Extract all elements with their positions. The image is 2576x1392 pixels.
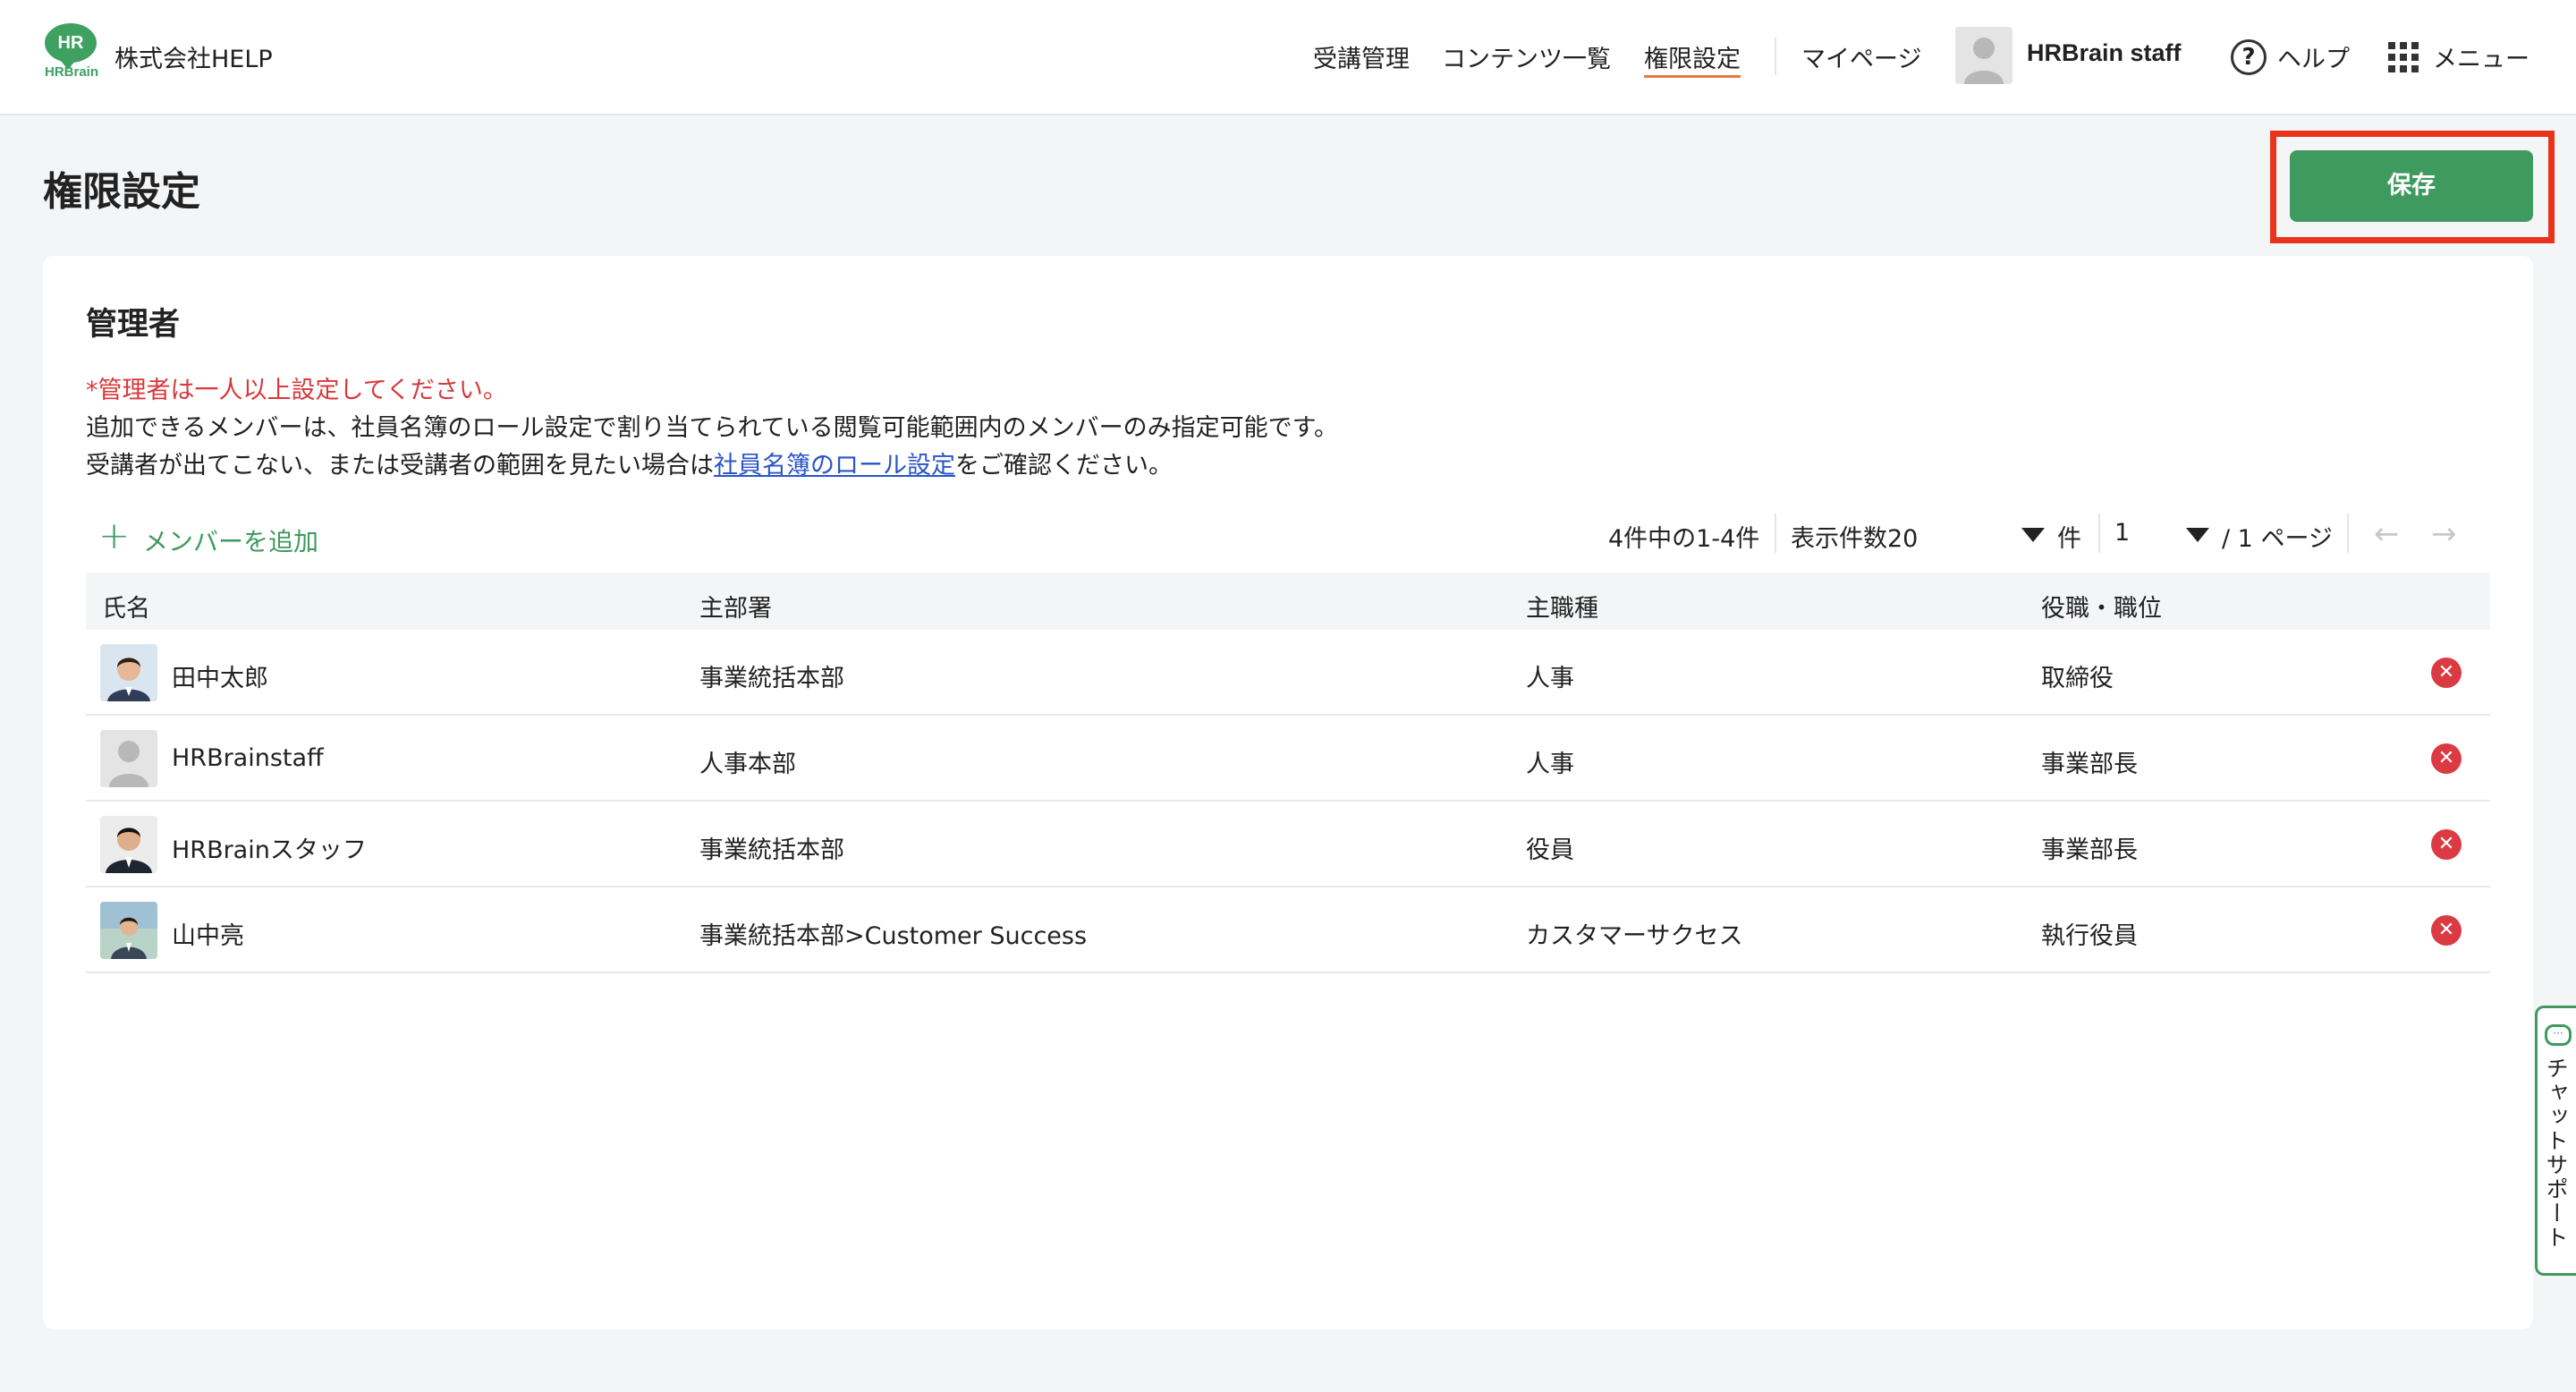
- member-department: 事業統括本部: [699, 665, 844, 692]
- user-photo-avatar: [100, 644, 157, 701]
- page-title: 権限設定: [43, 169, 200, 215]
- note-text-link-line: 受講者が出てこない、または受講者の範囲を見たい場合は社員名簿のロール設定をご確認…: [86, 446, 1173, 480]
- logo-text: HRBrain: [44, 64, 98, 80]
- table-row: HRBrainスタッフ 事業統括本部 役員 事業部長 ✕: [86, 802, 2490, 887]
- divider: [1775, 514, 1776, 553]
- column-header-department: 主部署: [699, 595, 772, 623]
- user-placeholder-avatar: [100, 730, 157, 787]
- table-row: HRBrainstaff 人事本部 人事 事業部長 ✕: [86, 716, 2490, 802]
- member-job: カスタマーサクセス: [1526, 922, 1743, 950]
- chat-bubble-icon: ···: [2545, 1024, 2572, 1046]
- nav-divider: [1775, 38, 1776, 75]
- person-placeholder-icon: [100, 730, 157, 787]
- person-photo-icon: [100, 644, 157, 701]
- member-position: 執行役員: [2041, 922, 2138, 950]
- role-settings-link[interactable]: 社員名簿のロール設定: [714, 452, 955, 480]
- column-header-position: 役職・職位: [2041, 595, 2162, 623]
- hrbrain-logo[interactable]: HR HRBrain: [41, 23, 102, 81]
- logo-mark: HR: [45, 23, 97, 70]
- remove-member-icon[interactable]: ✕: [2431, 743, 2462, 774]
- member-department: 人事本部: [699, 751, 796, 778]
- company-name: 株式会社HELP: [114, 46, 273, 73]
- table-row: 山中亮 事業統括本部>Customer Success カスタマーサクセス 執行…: [86, 887, 2490, 973]
- plus-icon: +: [98, 514, 131, 557]
- save-button[interactable]: 保存: [2290, 150, 2533, 222]
- member-name: 田中太郎: [172, 665, 268, 692]
- help-link[interactable]: ヘルプ: [2277, 39, 2350, 74]
- page-dropdown-icon[interactable]: [2186, 528, 2209, 542]
- member-job: 人事: [1526, 751, 1574, 778]
- column-header-name: 氏名: [102, 595, 150, 623]
- member-position: 取締役: [2041, 665, 2114, 692]
- divider: [2098, 514, 2100, 553]
- chat-support-label: チャットサポート: [2543, 1057, 2569, 1250]
- nav-course-management[interactable]: 受講管理: [1313, 39, 1410, 74]
- remove-member-icon[interactable]: ✕: [2431, 915, 2462, 946]
- note-text: 追加できるメンバーは、社員名簿のロール設定で割り当てられている閲覧可能範囲内のメ…: [86, 414, 1338, 442]
- member-position: 事業部長: [2041, 751, 2138, 778]
- member-name: HRBrainstaff: [172, 744, 324, 772]
- nav-my-page[interactable]: マイページ: [1801, 39, 1921, 74]
- member-name: 山中亮: [172, 922, 244, 950]
- member-name: HRBrainスタッフ: [172, 836, 367, 864]
- nav-content-list[interactable]: コンテンツ一覧: [1442, 39, 1611, 74]
- note-suffix: をご確認ください。: [955, 452, 1173, 480]
- member-position: 事業部長: [2041, 836, 2138, 864]
- person-placeholder-icon: [1955, 27, 2012, 84]
- note-prefix: 受講者が出てこない、または受講者の範囲を見たい場合は: [86, 452, 714, 480]
- user-name[interactable]: HRBrain staff: [2027, 39, 2182, 67]
- grid-menu-icon[interactable]: [2388, 42, 2419, 72]
- table-header: 氏名 主部署 主職種 役職・職位: [86, 573, 2490, 630]
- next-page-arrow-icon[interactable]: →: [2431, 519, 2457, 549]
- add-member-label: メンバーを追加: [143, 527, 319, 556]
- member-department: 事業統括本部>Customer Success: [699, 922, 1088, 950]
- prev-page-arrow-icon[interactable]: ←: [2374, 519, 2400, 549]
- per-page-label: 表示件数20: [1791, 525, 1919, 553]
- remove-member-icon[interactable]: ✕: [2431, 829, 2462, 860]
- menu-link[interactable]: メニュー: [2433, 39, 2529, 74]
- table-row: 田中太郎 事業統括本部 人事 取締役 ✕: [86, 630, 2490, 716]
- help-question-icon[interactable]: ?: [2231, 39, 2267, 75]
- user-photo-avatar: [100, 816, 157, 873]
- warning-text: *管理者は一人以上設定してください。: [86, 377, 507, 404]
- total-pages: / 1 ページ: [2222, 525, 2333, 553]
- divider: [2347, 514, 2349, 553]
- current-page-select[interactable]: 1: [2114, 519, 2130, 547]
- top-header: HR HRBrain 株式会社HELP 受講管理 コンテンツ一覧 権限設定 マイ…: [0, 0, 2576, 115]
- person-photo-icon: [100, 816, 157, 873]
- person-photo-icon: [100, 902, 157, 959]
- per-page-dropdown-icon[interactable]: [2021, 528, 2045, 542]
- result-count: 4件中の1-4件: [1608, 525, 1760, 553]
- section-title: 管理者: [86, 307, 181, 343]
- user-avatar[interactable]: [1955, 27, 2012, 84]
- member-department: 事業統括本部: [699, 836, 844, 864]
- column-header-job: 主職種: [1526, 595, 1598, 623]
- chat-support-tab[interactable]: ··· チャットサポート: [2535, 1006, 2576, 1276]
- remove-member-icon[interactable]: ✕: [2431, 658, 2462, 688]
- member-job: 人事: [1526, 665, 1574, 692]
- per-page-unit: 件: [2057, 525, 2081, 553]
- nav-permission-settings[interactable]: 権限設定: [1644, 39, 1741, 78]
- user-photo-avatar: [100, 902, 157, 959]
- member-job: 役員: [1526, 836, 1574, 864]
